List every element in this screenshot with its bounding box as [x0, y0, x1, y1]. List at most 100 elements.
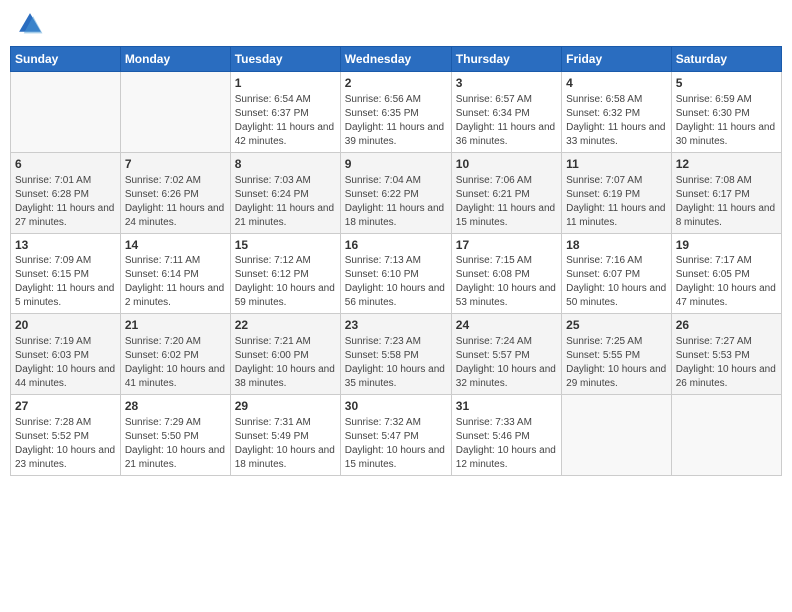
day-info: Sunrise: 7:24 AM Sunset: 5:57 PM Dayligh… — [456, 335, 557, 391]
day-info: Sunrise: 6:59 AM Sunset: 6:30 PM Dayligh… — [676, 93, 777, 149]
calendar-day-cell — [11, 72, 121, 153]
day-number: 31 — [456, 398, 557, 415]
day-number: 27 — [15, 398, 116, 415]
calendar-day-cell: 13Sunrise: 7:09 AM Sunset: 6:15 PM Dayli… — [11, 233, 121, 314]
day-info: Sunrise: 7:04 AM Sunset: 6:22 PM Dayligh… — [345, 174, 447, 230]
calendar-day-cell: 9Sunrise: 7:04 AM Sunset: 6:22 PM Daylig… — [340, 152, 451, 233]
day-info: Sunrise: 7:03 AM Sunset: 6:24 PM Dayligh… — [235, 174, 336, 230]
calendar-day-cell: 23Sunrise: 7:23 AM Sunset: 5:58 PM Dayli… — [340, 314, 451, 395]
day-info: Sunrise: 7:21 AM Sunset: 6:00 PM Dayligh… — [235, 335, 336, 391]
day-number: 15 — [235, 237, 336, 254]
day-number: 7 — [125, 156, 226, 173]
day-number: 13 — [15, 237, 116, 254]
day-header-saturday: Saturday — [671, 47, 781, 72]
calendar-day-cell: 19Sunrise: 7:17 AM Sunset: 6:05 PM Dayli… — [671, 233, 781, 314]
calendar-day-cell: 12Sunrise: 7:08 AM Sunset: 6:17 PM Dayli… — [671, 152, 781, 233]
day-number: 17 — [456, 237, 557, 254]
calendar-day-cell: 6Sunrise: 7:01 AM Sunset: 6:28 PM Daylig… — [11, 152, 121, 233]
calendar-table: SundayMondayTuesdayWednesdayThursdayFrid… — [10, 46, 782, 476]
calendar-day-cell: 26Sunrise: 7:27 AM Sunset: 5:53 PM Dayli… — [671, 314, 781, 395]
day-number: 30 — [345, 398, 447, 415]
day-info: Sunrise: 7:27 AM Sunset: 5:53 PM Dayligh… — [676, 335, 777, 391]
calendar-day-cell: 24Sunrise: 7:24 AM Sunset: 5:57 PM Dayli… — [451, 314, 561, 395]
day-info: Sunrise: 6:54 AM Sunset: 6:37 PM Dayligh… — [235, 93, 336, 149]
calendar-day-cell: 25Sunrise: 7:25 AM Sunset: 5:55 PM Dayli… — [562, 314, 672, 395]
calendar-day-cell: 11Sunrise: 7:07 AM Sunset: 6:19 PM Dayli… — [562, 152, 672, 233]
calendar-day-cell: 20Sunrise: 7:19 AM Sunset: 6:03 PM Dayli… — [11, 314, 121, 395]
day-info: Sunrise: 7:11 AM Sunset: 6:14 PM Dayligh… — [125, 254, 226, 310]
day-number: 24 — [456, 317, 557, 334]
day-info: Sunrise: 7:28 AM Sunset: 5:52 PM Dayligh… — [15, 416, 116, 472]
day-info: Sunrise: 6:56 AM Sunset: 6:35 PM Dayligh… — [345, 93, 447, 149]
calendar-day-cell: 17Sunrise: 7:15 AM Sunset: 6:08 PM Dayli… — [451, 233, 561, 314]
day-number: 28 — [125, 398, 226, 415]
calendar-day-cell: 5Sunrise: 6:59 AM Sunset: 6:30 PM Daylig… — [671, 72, 781, 153]
calendar-day-cell: 31Sunrise: 7:33 AM Sunset: 5:46 PM Dayli… — [451, 395, 561, 476]
day-number: 2 — [345, 75, 447, 92]
day-number: 26 — [676, 317, 777, 334]
day-info: Sunrise: 7:13 AM Sunset: 6:10 PM Dayligh… — [345, 254, 447, 310]
day-number: 16 — [345, 237, 447, 254]
day-header-tuesday: Tuesday — [230, 47, 340, 72]
day-info: Sunrise: 7:19 AM Sunset: 6:03 PM Dayligh… — [15, 335, 116, 391]
day-header-sunday: Sunday — [11, 47, 121, 72]
day-number: 23 — [345, 317, 447, 334]
logo-icon — [16, 10, 44, 38]
day-number: 12 — [676, 156, 777, 173]
calendar-day-cell: 7Sunrise: 7:02 AM Sunset: 6:26 PM Daylig… — [120, 152, 230, 233]
day-number: 14 — [125, 237, 226, 254]
day-info: Sunrise: 7:01 AM Sunset: 6:28 PM Dayligh… — [15, 174, 116, 230]
calendar-week-row: 6Sunrise: 7:01 AM Sunset: 6:28 PM Daylig… — [11, 152, 782, 233]
day-info: Sunrise: 7:06 AM Sunset: 6:21 PM Dayligh… — [456, 174, 557, 230]
calendar-week-row: 27Sunrise: 7:28 AM Sunset: 5:52 PM Dayli… — [11, 395, 782, 476]
calendar-day-cell: 14Sunrise: 7:11 AM Sunset: 6:14 PM Dayli… — [120, 233, 230, 314]
calendar-day-cell: 3Sunrise: 6:57 AM Sunset: 6:34 PM Daylig… — [451, 72, 561, 153]
calendar-day-cell: 30Sunrise: 7:32 AM Sunset: 5:47 PM Dayli… — [340, 395, 451, 476]
calendar-day-cell — [562, 395, 672, 476]
day-info: Sunrise: 7:25 AM Sunset: 5:55 PM Dayligh… — [566, 335, 667, 391]
logo — [14, 10, 44, 38]
page-header — [10, 10, 782, 38]
day-number: 3 — [456, 75, 557, 92]
day-info: Sunrise: 7:23 AM Sunset: 5:58 PM Dayligh… — [345, 335, 447, 391]
day-number: 8 — [235, 156, 336, 173]
calendar-day-cell: 8Sunrise: 7:03 AM Sunset: 6:24 PM Daylig… — [230, 152, 340, 233]
calendar-day-cell: 4Sunrise: 6:58 AM Sunset: 6:32 PM Daylig… — [562, 72, 672, 153]
calendar-day-cell: 18Sunrise: 7:16 AM Sunset: 6:07 PM Dayli… — [562, 233, 672, 314]
day-info: Sunrise: 7:16 AM Sunset: 6:07 PM Dayligh… — [566, 254, 667, 310]
calendar-day-cell: 22Sunrise: 7:21 AM Sunset: 6:00 PM Dayli… — [230, 314, 340, 395]
day-number: 1 — [235, 75, 336, 92]
calendar-day-cell: 16Sunrise: 7:13 AM Sunset: 6:10 PM Dayli… — [340, 233, 451, 314]
calendar-day-cell: 2Sunrise: 6:56 AM Sunset: 6:35 PM Daylig… — [340, 72, 451, 153]
day-number: 19 — [676, 237, 777, 254]
calendar-day-cell: 1Sunrise: 6:54 AM Sunset: 6:37 PM Daylig… — [230, 72, 340, 153]
day-number: 6 — [15, 156, 116, 173]
day-number: 4 — [566, 75, 667, 92]
calendar-day-cell: 27Sunrise: 7:28 AM Sunset: 5:52 PM Dayli… — [11, 395, 121, 476]
calendar-day-cell: 29Sunrise: 7:31 AM Sunset: 5:49 PM Dayli… — [230, 395, 340, 476]
day-header-monday: Monday — [120, 47, 230, 72]
day-number: 10 — [456, 156, 557, 173]
calendar-week-row: 20Sunrise: 7:19 AM Sunset: 6:03 PM Dayli… — [11, 314, 782, 395]
day-header-friday: Friday — [562, 47, 672, 72]
day-number: 29 — [235, 398, 336, 415]
day-number: 9 — [345, 156, 447, 173]
calendar-day-cell: 15Sunrise: 7:12 AM Sunset: 6:12 PM Dayli… — [230, 233, 340, 314]
day-info: Sunrise: 7:29 AM Sunset: 5:50 PM Dayligh… — [125, 416, 226, 472]
day-info: Sunrise: 7:15 AM Sunset: 6:08 PM Dayligh… — [456, 254, 557, 310]
day-info: Sunrise: 7:02 AM Sunset: 6:26 PM Dayligh… — [125, 174, 226, 230]
calendar-week-row: 1Sunrise: 6:54 AM Sunset: 6:37 PM Daylig… — [11, 72, 782, 153]
day-info: Sunrise: 6:57 AM Sunset: 6:34 PM Dayligh… — [456, 93, 557, 149]
day-header-thursday: Thursday — [451, 47, 561, 72]
day-info: Sunrise: 6:58 AM Sunset: 6:32 PM Dayligh… — [566, 93, 667, 149]
day-number: 25 — [566, 317, 667, 334]
day-info: Sunrise: 7:09 AM Sunset: 6:15 PM Dayligh… — [15, 254, 116, 310]
day-info: Sunrise: 7:07 AM Sunset: 6:19 PM Dayligh… — [566, 174, 667, 230]
day-info: Sunrise: 7:08 AM Sunset: 6:17 PM Dayligh… — [676, 174, 777, 230]
day-number: 20 — [15, 317, 116, 334]
calendar-day-cell — [671, 395, 781, 476]
day-number: 5 — [676, 75, 777, 92]
day-number: 21 — [125, 317, 226, 334]
day-number: 18 — [566, 237, 667, 254]
calendar-week-row: 13Sunrise: 7:09 AM Sunset: 6:15 PM Dayli… — [11, 233, 782, 314]
